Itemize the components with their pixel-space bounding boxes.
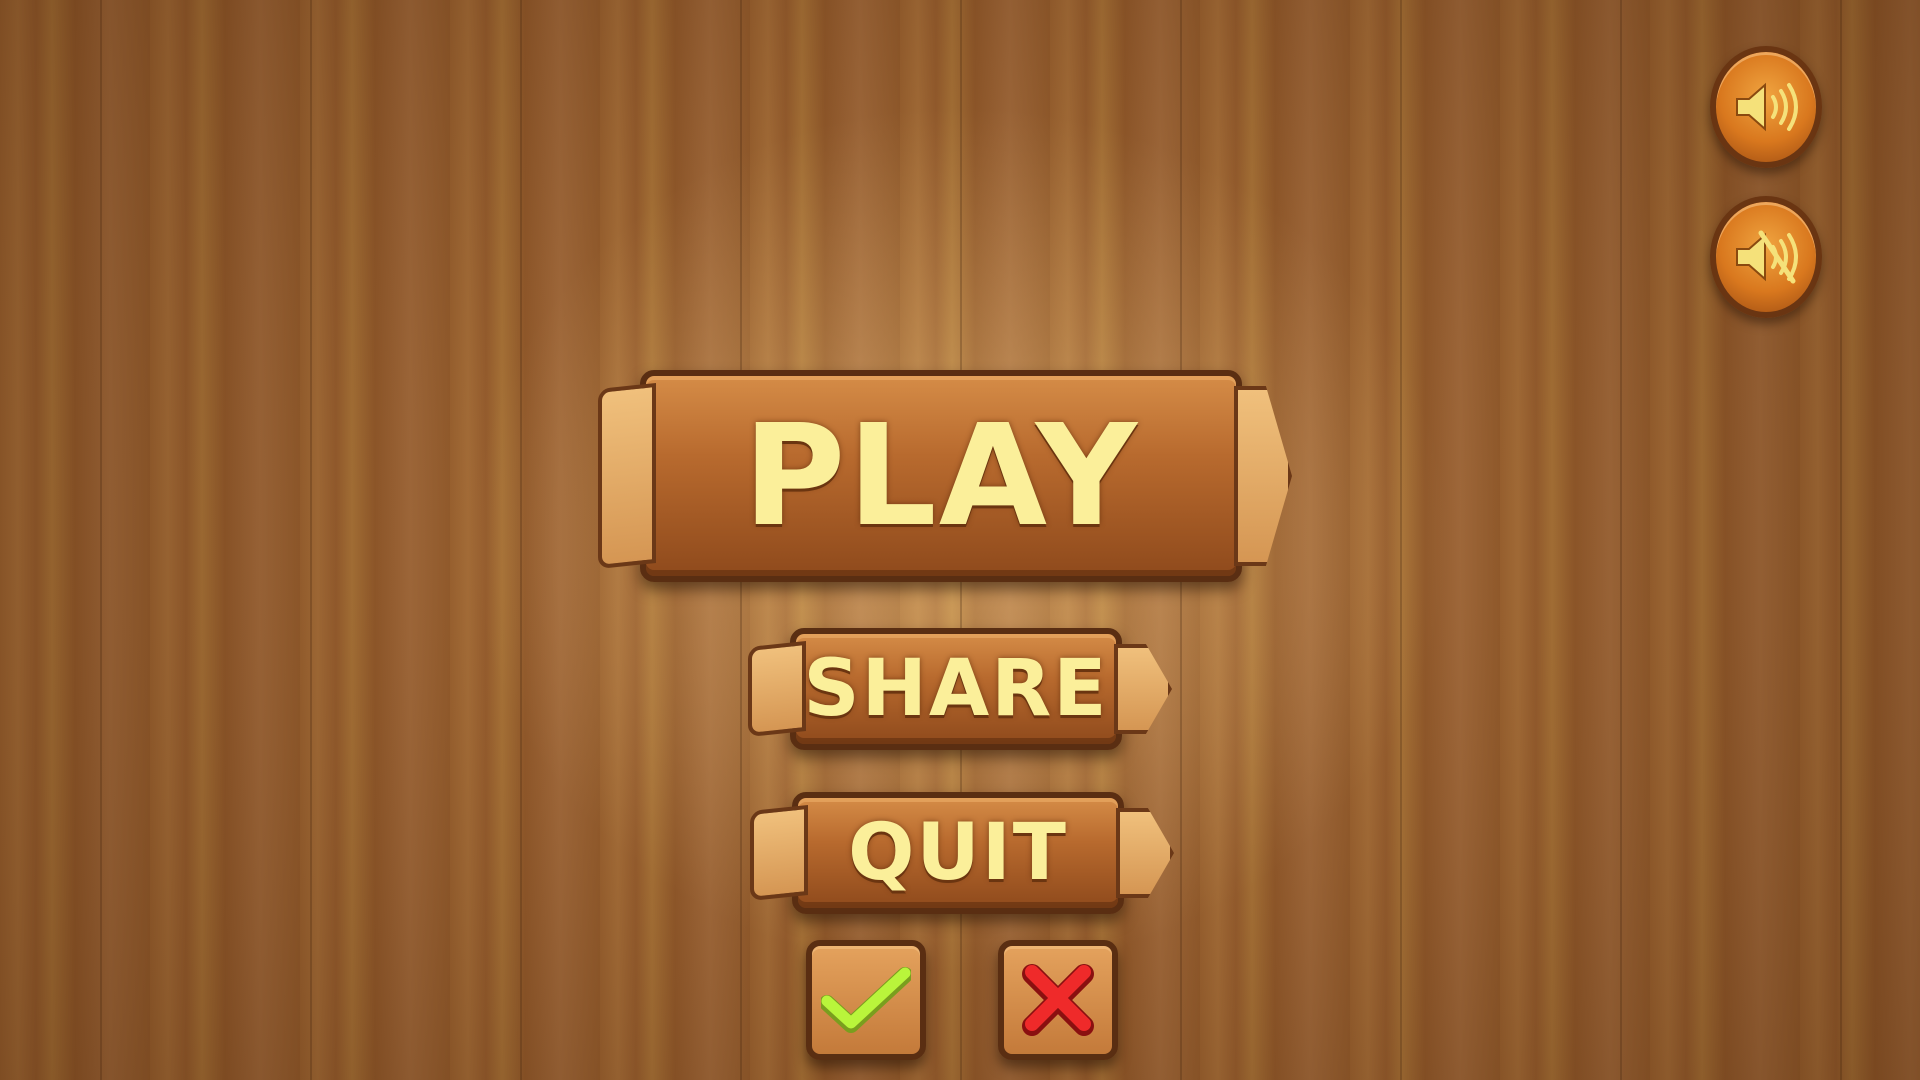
share-button[interactable]: SHARE [790,628,1122,750]
cancel-button[interactable] [998,940,1118,1060]
quit-label: QUIT [848,808,1068,898]
sound-on-button[interactable] [1710,46,1822,168]
wood-plank-seam [100,0,102,1080]
checkmark-icon [821,967,911,1033]
sound-off-button[interactable] [1710,196,1822,318]
speaker-muted-icon [1736,230,1798,284]
wood-plank-seam [310,0,312,1080]
x-icon [1022,964,1094,1036]
wood-plank-seam [520,0,522,1080]
wood-plank-seam [1400,0,1402,1080]
play-label: PLAY [742,394,1140,558]
confirm-button[interactable] [806,940,926,1060]
quit-button[interactable]: QUIT [792,792,1124,914]
play-button[interactable]: PLAY [640,370,1242,582]
wood-plank-seam [1840,0,1842,1080]
share-label: SHARE [803,644,1109,734]
wood-plank-seam [1620,0,1622,1080]
speaker-icon [1736,82,1798,132]
